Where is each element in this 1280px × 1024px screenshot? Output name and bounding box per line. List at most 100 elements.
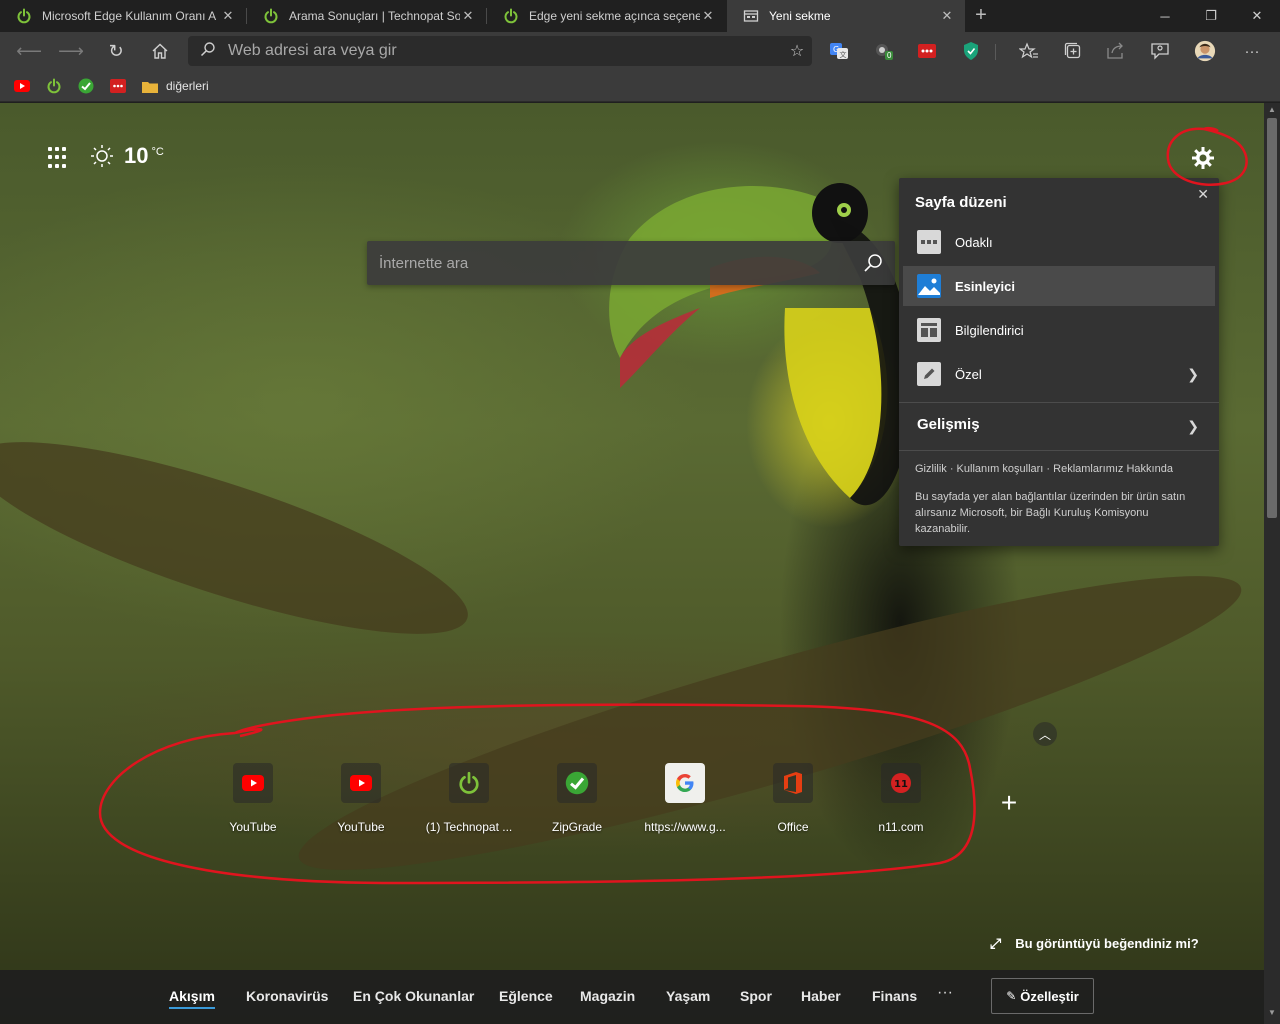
search-icon bbox=[188, 41, 228, 62]
home-button[interactable] bbox=[145, 36, 175, 66]
weather-widget[interactable]: 10 °C bbox=[90, 143, 164, 169]
top-site-office[interactable]: Office bbox=[745, 763, 841, 834]
feedback-icon[interactable] bbox=[1149, 40, 1171, 62]
favorite-star-icon[interactable]: ☆ bbox=[782, 41, 812, 61]
toolbar-divider bbox=[995, 44, 996, 60]
close-icon[interactable]: ✕ bbox=[1197, 186, 1209, 203]
gear-icon bbox=[1192, 147, 1214, 169]
red-dots-extension-icon[interactable] bbox=[916, 40, 938, 62]
feed-tab-most-read[interactable]: En Çok Okunanlar bbox=[353, 988, 474, 1004]
top-site-label: https://www.g... bbox=[644, 820, 726, 834]
tab-2[interactable]: Arama Sonuçları | Technopat Sos ✕ bbox=[247, 0, 486, 32]
check-badge-icon bbox=[78, 78, 94, 94]
feed-tab-magazine[interactable]: Magazin bbox=[580, 988, 635, 1004]
power-icon bbox=[264, 8, 278, 24]
image-feedback-link[interactable]: ⤢ Bu görüntüyü beğendiniz mi? bbox=[990, 935, 1199, 952]
back-button[interactable]: ⟵ bbox=[14, 36, 44, 66]
fav-folder-others[interactable]: diğerleri bbox=[142, 77, 209, 95]
address-bar[interactable]: Web adresi ara veya gir ☆ bbox=[188, 36, 812, 66]
scrollbar-thumb[interactable] bbox=[1267, 118, 1277, 518]
youtube-icon bbox=[242, 775, 264, 791]
scroll-down-arrow[interactable]: ▼ bbox=[1264, 1008, 1280, 1022]
profile-avatar[interactable] bbox=[1194, 40, 1216, 62]
favorites-icon[interactable] bbox=[1018, 40, 1040, 62]
customize-button[interactable]: ✎ Özelleştir bbox=[991, 978, 1094, 1014]
n11-icon: 11 bbox=[891, 773, 911, 793]
top-site-label: ZipGrade bbox=[551, 820, 603, 834]
top-site-youtube-2[interactable]: YouTube bbox=[313, 763, 409, 834]
fav-zipgrade[interactable] bbox=[78, 77, 94, 95]
window-close-button[interactable]: ✕ bbox=[1234, 0, 1280, 32]
web-search-box[interactable]: İnternette ara bbox=[367, 241, 895, 285]
top-site-n11[interactable]: 11 n11.com bbox=[853, 763, 949, 834]
power-icon bbox=[47, 78, 61, 94]
youtube-icon bbox=[350, 775, 372, 791]
advanced-settings-link[interactable]: Gelişmiş bbox=[917, 416, 980, 433]
tracker-extension-icon[interactable]: 0 bbox=[872, 40, 894, 62]
close-icon[interactable]: ✕ bbox=[939, 8, 955, 24]
layout-label: Esinleyici bbox=[955, 278, 1015, 294]
feed-tab-finance[interactable]: Finans bbox=[872, 988, 917, 1004]
apps-launcher-button[interactable] bbox=[48, 147, 70, 169]
office-icon bbox=[784, 772, 802, 794]
feed-more-button[interactable]: ··· bbox=[937, 984, 953, 1002]
top-site-google[interactable]: https://www.g... bbox=[637, 763, 733, 834]
minimize-button[interactable]: ─ bbox=[1142, 0, 1188, 32]
top-site-youtube-1[interactable]: YouTube bbox=[205, 763, 301, 834]
search-placeholder: İnternette ara bbox=[379, 254, 469, 272]
layout-option-inspirational[interactable]: Esinleyici bbox=[903, 266, 1215, 306]
tab-title: Edge yeni sekme açınca seçenek bbox=[529, 9, 700, 23]
settings-more-icon[interactable]: ··· bbox=[1241, 40, 1263, 62]
translate-extension-icon[interactable]: G文 bbox=[828, 40, 850, 62]
layout-option-informational[interactable]: Bilgilendirici bbox=[903, 310, 1215, 350]
page-scrollbar[interactable]: ▲ ▼ bbox=[1264, 103, 1280, 1024]
fav-technopat[interactable] bbox=[46, 77, 62, 95]
layout-label: Odaklı bbox=[955, 234, 993, 250]
restore-button[interactable]: ❐ bbox=[1188, 0, 1234, 32]
layout-option-focused[interactable]: Odaklı bbox=[903, 222, 1215, 262]
privacy-links[interactable]: Gizlilik · Kullanım koşulları · Reklamla… bbox=[915, 463, 1173, 475]
page-settings-button[interactable] bbox=[1188, 143, 1218, 173]
refresh-button[interactable]: ↻ bbox=[101, 36, 131, 66]
feed-tab-lifestyle[interactable]: Yaşam bbox=[666, 988, 710, 1004]
focused-layout-icon bbox=[917, 230, 941, 254]
fav-red-dots[interactable] bbox=[110, 77, 126, 95]
close-icon[interactable]: ✕ bbox=[460, 8, 476, 24]
svg-text:11: 11 bbox=[894, 779, 908, 790]
panel-divider bbox=[899, 450, 1219, 451]
chevron-right-icon: ❯ bbox=[1187, 418, 1199, 434]
feed-tab-coronavirus[interactable]: Koronavirüs bbox=[246, 988, 328, 1004]
feed-navigation: Akışım Koronavirüs En Çok Okunanlar Eğle… bbox=[0, 970, 1264, 1024]
tab-title: Microsoft Edge Kullanım Oranı A bbox=[42, 9, 217, 23]
customize-label: Özelleştir bbox=[1020, 988, 1079, 1004]
close-icon[interactable]: ✕ bbox=[700, 8, 716, 24]
top-site-label: (1) Technopat ... bbox=[425, 820, 513, 834]
add-site-button[interactable]: + bbox=[996, 789, 1022, 817]
scroll-up-arrow[interactable]: ▲ bbox=[1264, 105, 1280, 119]
newtab-page-icon bbox=[743, 10, 759, 22]
top-site-zipgrade[interactable]: ZipGrade bbox=[529, 763, 625, 834]
collapse-top-sites-button[interactable]: ︿ bbox=[1033, 722, 1057, 746]
feed-tab-news[interactable]: Haber bbox=[801, 988, 841, 1004]
shield-extension-icon[interactable] bbox=[960, 40, 982, 62]
layout-label: Özel bbox=[955, 366, 982, 382]
tab-4-active[interactable]: Yeni sekme ✕ bbox=[727, 0, 965, 32]
layout-option-custom[interactable]: Özel ❯ bbox=[903, 354, 1215, 394]
share-icon[interactable] bbox=[1105, 40, 1127, 62]
power-icon bbox=[459, 771, 479, 794]
new-tab-button[interactable]: + bbox=[970, 4, 992, 26]
new-tab-page: 10 °C İnternette ara Sayfa düzeni ✕ Odak… bbox=[0, 103, 1264, 1024]
tab-3[interactable]: Edge yeni sekme açınca seçenek ✕ bbox=[487, 0, 726, 32]
feed-tab-entertainment[interactable]: Eğlence bbox=[499, 988, 553, 1004]
search-icon[interactable] bbox=[851, 253, 895, 273]
close-icon[interactable]: ✕ bbox=[220, 8, 236, 24]
feed-tab-sports[interactable]: Spor bbox=[740, 988, 772, 1004]
feed-tab-my-feed[interactable]: Akışım bbox=[169, 988, 215, 1009]
fav-youtube[interactable] bbox=[14, 77, 30, 95]
power-icon bbox=[17, 8, 31, 24]
chevron-right-icon: ❯ bbox=[1187, 365, 1199, 382]
collections-icon[interactable] bbox=[1062, 40, 1084, 62]
forward-button[interactable]: ⟶ bbox=[56, 36, 86, 66]
top-site-technopat[interactable]: (1) Technopat ... bbox=[421, 763, 517, 834]
tab-1[interactable]: Microsoft Edge Kullanım Oranı A ✕ bbox=[0, 0, 246, 32]
